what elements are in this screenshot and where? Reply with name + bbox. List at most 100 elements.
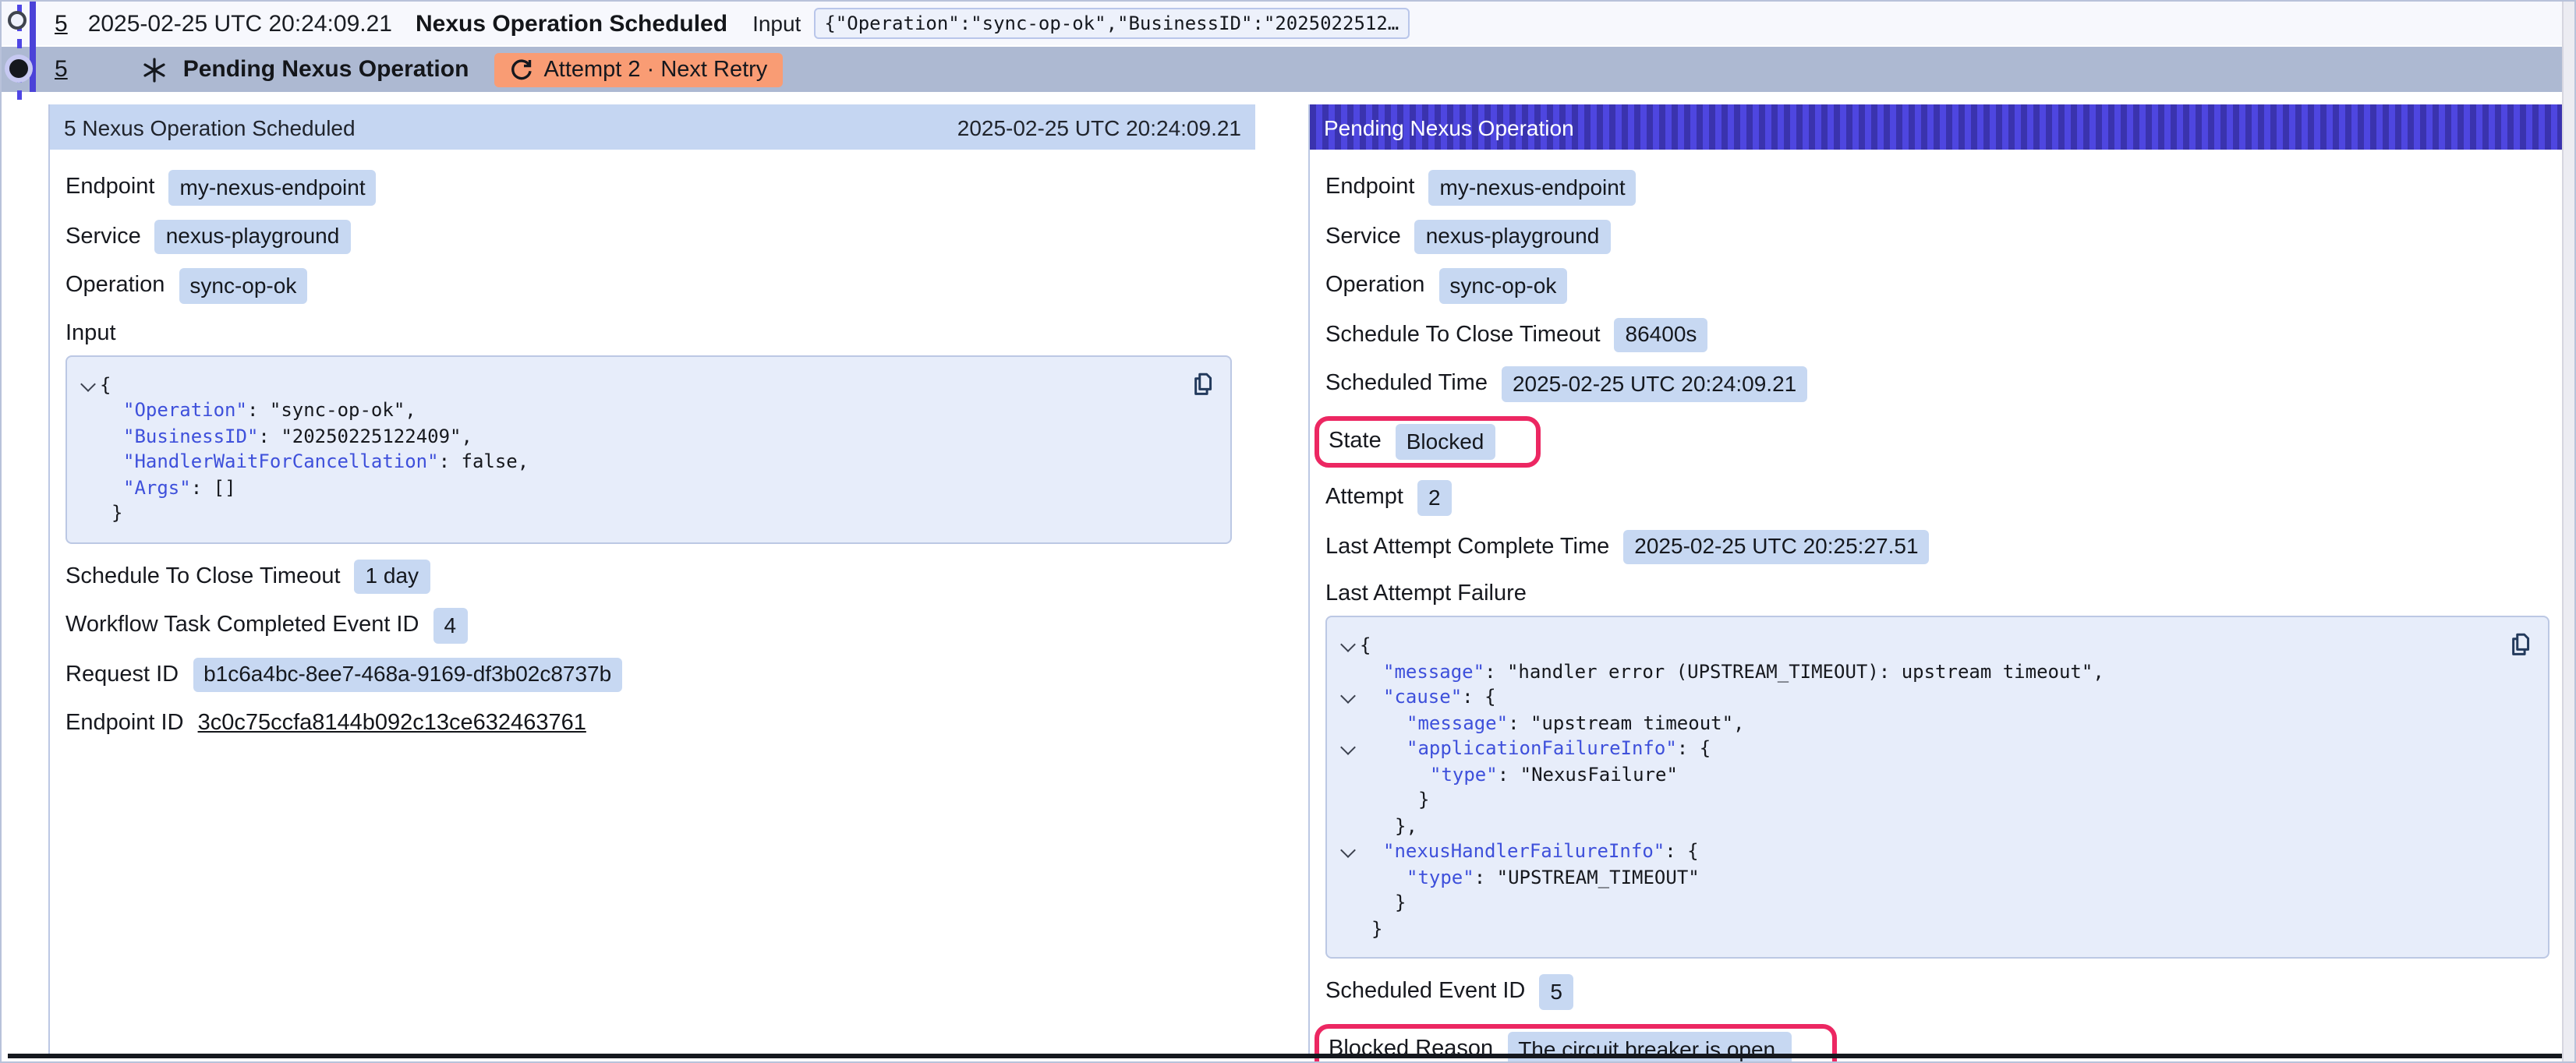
retry-icon bbox=[509, 58, 533, 81]
code-line: "cause": { bbox=[1336, 684, 2501, 710]
field-value-chip: 2025-02-25 UTC 20:24:09.21 bbox=[1502, 366, 1807, 401]
bottom-divider bbox=[8, 1054, 2562, 1058]
field-label: Endpoint bbox=[1325, 175, 1415, 200]
event-row-pending-nexus-operation[interactable]: 5 Pending Nexus Operation Attempt 2 · Ne… bbox=[2, 47, 2562, 92]
event-timestamp: 2025-02-25 UTC 20:24:09.21 bbox=[88, 10, 392, 37]
field-label: Service bbox=[65, 224, 141, 249]
scrollbar-track[interactable] bbox=[2562, 2, 2574, 1061]
field-attempt: Attempt 2 bbox=[1325, 480, 2549, 515]
event-history-screen: 5 2025-02-25 UTC 20:24:09.21 Nexus Opera… bbox=[0, 0, 2576, 1063]
field-value-chip: 5 bbox=[1539, 974, 1573, 1009]
code-line: { bbox=[1336, 633, 2501, 659]
field-endpoint: Endpoint my-nexus-endpoint bbox=[1325, 170, 2549, 205]
input-json-viewer: {"Operation": "sync-op-ok","BusinessID":… bbox=[65, 355, 1232, 543]
collapse-chevron-icon[interactable] bbox=[80, 376, 96, 391]
field-label: Request ID bbox=[65, 662, 179, 687]
field-state: State Blocked bbox=[1325, 415, 2549, 468]
field-label: Last Attempt Complete Time bbox=[1325, 535, 1609, 560]
field-workflow-task-completed-event-id: Workflow Task Completed Event ID 4 bbox=[65, 608, 1240, 643]
pending-event-title: Pending Nexus Operation bbox=[183, 56, 469, 83]
panel-nexus-operation-scheduled: 5 Nexus Operation Scheduled 2025-02-25 U… bbox=[48, 104, 1255, 1055]
right-panel-body: Endpoint my-nexus-endpoint Service nexus… bbox=[1310, 150, 2565, 1063]
code-line: "HandlerWaitForCancellation": false, bbox=[76, 449, 1184, 475]
code-line: "message": "upstream timeout", bbox=[1336, 710, 2501, 736]
code-line: }, bbox=[1336, 813, 2501, 839]
field-value-chip: b1c6a4bc-8ee7-468a-9169-df3b02c8737b bbox=[193, 657, 622, 692]
collapse-chevron-icon[interactable] bbox=[1340, 740, 1356, 755]
state-highlight-box: State Blocked bbox=[1315, 415, 1540, 468]
field-operation: Operation sync-op-ok bbox=[1325, 268, 2549, 303]
field-label: Attempt bbox=[1325, 486, 1403, 510]
field-value-chip: my-nexus-endpoint bbox=[169, 170, 377, 205]
field-request-id: Request ID b1c6a4bc-8ee7-468a-9169-df3b0… bbox=[65, 657, 1240, 692]
field-label: Operation bbox=[1325, 274, 1424, 298]
event-id-link[interactable]: 5 bbox=[55, 10, 68, 37]
collapse-chevron-icon[interactable] bbox=[1340, 842, 1356, 858]
collapse-chevron-icon[interactable] bbox=[1340, 688, 1356, 704]
timeline-open-circle-marker bbox=[8, 11, 27, 30]
field-label: Service bbox=[1325, 224, 1401, 249]
code-line: } bbox=[76, 500, 1184, 526]
field-label: Scheduled Time bbox=[1325, 372, 1488, 397]
endpoint-id-link[interactable]: 3c0c75ccfa8144b092c13ce632463761 bbox=[198, 711, 586, 736]
timeline-selection-bar bbox=[30, 2, 36, 92]
field-service: Service nexus-playground bbox=[1325, 219, 2549, 254]
code-line: "applicationFailureInfo": { bbox=[1336, 736, 2501, 761]
code-line: "Args": [] bbox=[76, 475, 1184, 500]
field-scheduled-event-id: Scheduled Event ID 5 bbox=[1325, 974, 2549, 1009]
code-line: } bbox=[1336, 890, 2501, 916]
field-scheduled-time: Scheduled Time 2025-02-25 UTC 20:24:09.2… bbox=[1325, 366, 2549, 401]
copy-icon[interactable] bbox=[2507, 631, 2534, 658]
retry-status-badge: Attempt 2 · Next Retry bbox=[494, 52, 783, 87]
code-line: "BusinessID": "20250225122409", bbox=[76, 423, 1184, 449]
code-line: } bbox=[1336, 916, 2501, 941]
last-attempt-failure-label: Last Attempt Failure bbox=[1325, 581, 2549, 606]
code-line: "type": "UPSTREAM_TIMEOUT" bbox=[1336, 864, 2501, 890]
copy-icon[interactable] bbox=[1190, 370, 1216, 397]
event-input-preview-chip: {"Operation":"sync-op-ok","BusinessID":"… bbox=[813, 8, 1410, 39]
field-label: Endpoint bbox=[65, 175, 155, 200]
event-row-nexus-operation-scheduled[interactable]: 5 2025-02-25 UTC 20:24:09.21 Nexus Opera… bbox=[2, 2, 2562, 45]
left-panel-body: Endpoint my-nexus-endpoint Service nexus… bbox=[50, 150, 1255, 740]
field-value-chip: sync-op-ok bbox=[1438, 268, 1567, 303]
right-panel-title: Pending Nexus Operation bbox=[1324, 115, 1574, 139]
code-line: "type": "NexusFailure" bbox=[1336, 761, 2501, 787]
field-label: Schedule To Close Timeout bbox=[65, 564, 341, 589]
field-endpoint: Endpoint my-nexus-endpoint bbox=[65, 170, 1240, 205]
field-label: Workflow Task Completed Event ID bbox=[65, 613, 419, 638]
field-label: Schedule To Close Timeout bbox=[1325, 323, 1601, 348]
field-value-chip: nexus-playground bbox=[1415, 219, 1611, 254]
code-line: { bbox=[76, 372, 1184, 397]
field-schedule-to-close-timeout: Schedule To Close Timeout 1 day bbox=[65, 559, 1240, 594]
field-value-chip: my-nexus-endpoint bbox=[1429, 170, 1637, 205]
left-panel-title: 5 Nexus Operation Scheduled bbox=[64, 115, 356, 139]
field-label: Operation bbox=[65, 274, 165, 298]
code-line: "message": "handler error (UPSTREAM_TIME… bbox=[1336, 659, 2501, 684]
field-label: Endpoint ID bbox=[65, 711, 184, 736]
event-rows: 5 2025-02-25 UTC 20:24:09.21 Nexus Opera… bbox=[2, 2, 2562, 92]
field-value-chip: sync-op-ok bbox=[179, 268, 307, 303]
field-label: Scheduled Event ID bbox=[1325, 980, 1525, 1005]
collapse-chevron-icon[interactable] bbox=[1340, 637, 1356, 652]
state-value-chip: Blocked bbox=[1396, 424, 1495, 459]
event-title: Nexus Operation Scheduled bbox=[416, 10, 727, 37]
event-input-label: Input bbox=[752, 11, 801, 36]
code-line: } bbox=[1336, 787, 2501, 813]
failure-json-viewer: {"message": "handler error (UPSTREAM_TIM… bbox=[1325, 616, 2549, 959]
field-value-chip: nexus-playground bbox=[155, 219, 351, 254]
field-service: Service nexus-playground bbox=[65, 219, 1240, 254]
left-panel-header: 5 Nexus Operation Scheduled 2025-02-25 U… bbox=[50, 104, 1255, 150]
field-value-chip: 2 bbox=[1417, 480, 1452, 515]
field-value-chip: 1 day bbox=[355, 559, 430, 594]
pending-event-id-link[interactable]: 5 bbox=[55, 56, 68, 83]
field-value-chip: 4 bbox=[433, 608, 467, 643]
retry-badge-label: Attempt 2 · Next Retry bbox=[543, 57, 767, 82]
code-line: "Operation": "sync-op-ok", bbox=[76, 397, 1184, 423]
asterisk-icon bbox=[143, 57, 168, 82]
left-panel-timestamp: 2025-02-25 UTC 20:24:09.21 bbox=[957, 115, 1241, 139]
code-line: "nexusHandlerFailureInfo": { bbox=[1336, 839, 2501, 864]
detail-panels: 5 Nexus Operation Scheduled 2025-02-25 U… bbox=[2, 104, 2574, 1055]
input-section-label: Input bbox=[65, 320, 1240, 345]
right-panel-header: Pending Nexus Operation bbox=[1310, 104, 2565, 150]
blocked-reason-value-chip: The circuit breaker is open. bbox=[1507, 1032, 1792, 1063]
